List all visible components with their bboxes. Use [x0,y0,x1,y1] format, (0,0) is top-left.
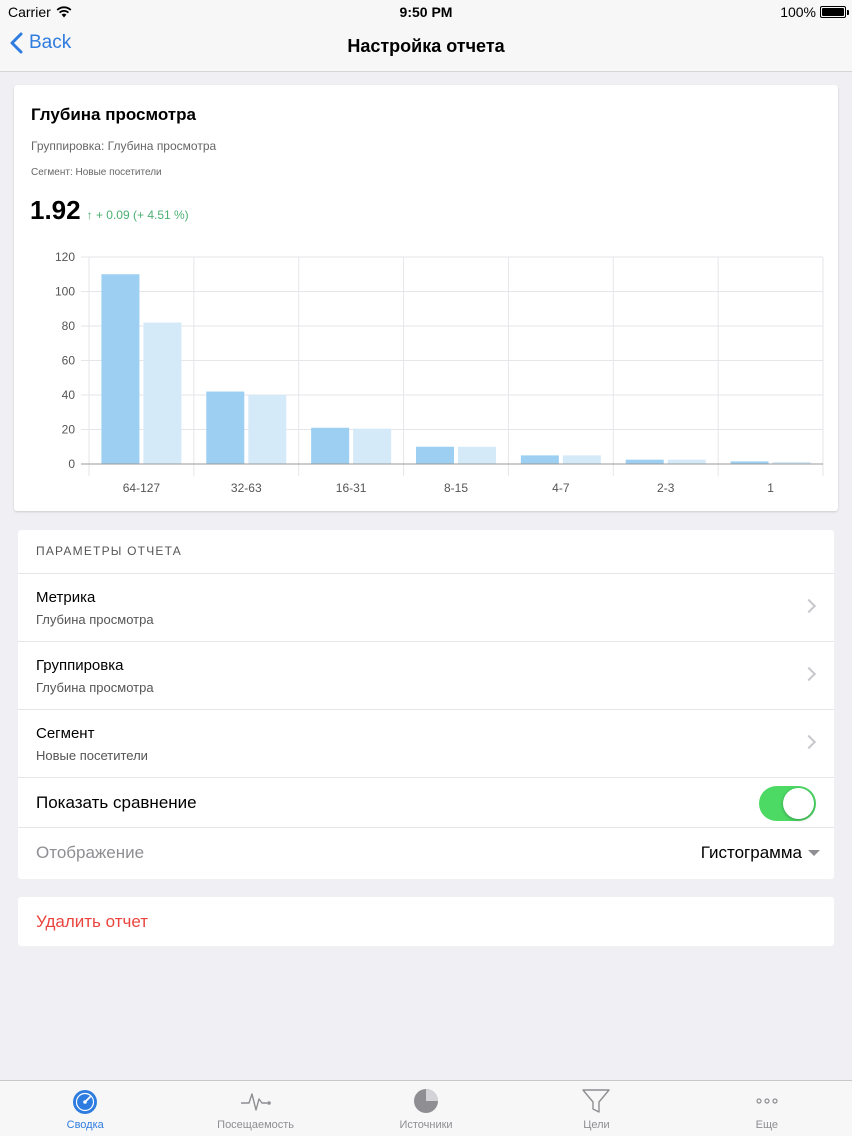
tab-sources[interactable]: Источники [341,1081,511,1136]
compare-toggle[interactable] [759,786,816,821]
battery-percent: 100% [780,4,816,20]
report-metric: 1.92 ↑ + 0.09 (+ 4.51 %) [30,195,189,226]
grouping-row-title: Группировка [36,657,124,674]
more-icon [750,1086,784,1116]
metric-row-title: Метрика [36,589,96,606]
bar [206,391,245,464]
funnel-icon [579,1086,613,1116]
tab-more[interactable]: Еще [682,1081,852,1136]
report-grouping: Группировка: Глубина просмотра [31,139,217,153]
bar [458,446,496,464]
display-mode-label: Отображение [36,843,145,862]
tab-traffic[interactable]: Посещаемость [170,1081,340,1136]
grouping-row[interactable]: Группировка Глубина просмотра [18,642,834,710]
compare-label: Показать сравнение [36,793,197,812]
display-mode-value: Гистограмма [700,843,802,862]
y-tick-label: 0 [68,457,75,471]
bar [353,428,392,464]
bar [562,455,601,464]
compare-row: Показать сравнение [18,778,834,828]
x-tick-label: 8-15 [444,481,468,495]
delete-report-label: Удалить отчет [36,912,149,931]
x-tick-label: 4-7 [552,481,570,495]
tab-label: Источники [399,1119,453,1131]
y-tick-label: 120 [55,250,75,264]
x-tick-label: 64-127 [123,481,161,495]
y-tick-label: 20 [62,423,76,437]
tab-label: Цели [583,1119,610,1131]
segment-row[interactable]: Сегмент Новые посетители [18,710,834,778]
metric-delta: ↑ + 0.09 (+ 4.51 %) [86,208,189,222]
bar-chart: 0 20 40 60 80 100 120 64-127 32-63 16-31 8-15 4-7 2-… [55,250,824,495]
delete-report-button[interactable]: Удалить отчет [18,897,834,946]
pie-chart-icon [409,1086,443,1116]
metric-value: 1.92 [30,195,81,225]
y-tick-label: 60 [62,354,76,368]
y-tick-label: 40 [62,388,76,402]
bar [311,427,350,464]
tab-label: Посещаемость [217,1119,295,1131]
gauge-icon [68,1086,102,1116]
battery-icon [820,6,849,18]
x-tick-label: 16-31 [336,481,367,495]
clock: 9:50 PM [399,4,453,20]
x-tick-label: 1 [767,481,774,495]
tab-label: Сводка [66,1119,104,1131]
bar [625,459,664,464]
dropdown-caret-icon [808,850,820,856]
section-header: ПАРАМЕТРЫ ОТЧЕТА [18,530,834,574]
x-tick-label: 2-3 [657,481,675,495]
bar [416,446,454,464]
status-bar: Carrier 9:50 PM 100% [0,0,852,24]
tab-summary[interactable]: Сводка [0,1081,170,1136]
grouping-row-value: Глубина просмотра [36,680,154,695]
display-mode-row[interactable]: Отображение Гистограмма [18,828,834,878]
segment-row-value: Новые посетители [36,748,148,763]
y-tick-label: 100 [55,285,75,299]
bar [248,395,287,464]
bar [143,322,182,464]
report-parameters: ПАРАМЕТРЫ ОТЧЕТА Метрика Глубина просмот… [18,530,834,879]
metric-row[interactable]: Метрика Глубина просмотра [18,574,834,642]
tab-label: Еще [755,1119,779,1131]
metric-row-value: Глубина просмотра [36,612,154,627]
page-title: Настройка отчета [347,36,505,56]
report-chart-card: Глубина просмотра Группировка: Глубина п… [14,85,838,511]
chevron-right-icon [801,734,817,750]
y-tick-label: 80 [62,319,76,333]
chevron-right-icon [801,666,817,682]
chevron-right-icon [801,598,817,614]
tab-bar: Сводка Посещаемость Источники Цели Еще [0,1080,852,1136]
navigation-bar: Back Настройка отчета [0,24,852,72]
bar [667,459,706,464]
report-title: Глубина просмотра [31,105,196,124]
battery-status: 100% [780,4,849,20]
bar [101,274,140,464]
pulse-icon [239,1086,273,1116]
report-segment: Сегмент: Новые посетители [31,167,162,178]
segment-row-title: Сегмент [36,725,95,742]
bar [520,455,559,464]
x-tick-label: 32-63 [231,481,262,495]
tab-goals[interactable]: Цели [511,1081,681,1136]
